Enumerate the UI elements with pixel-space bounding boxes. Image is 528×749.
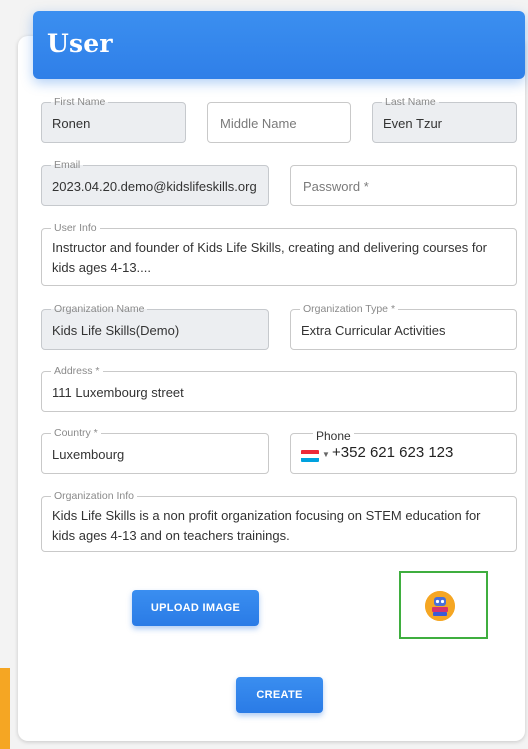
organization-info-field[interactable]: Organization Info Kids Life Skills is a …	[41, 490, 517, 552]
address-label: Address *	[51, 365, 103, 377]
email-label: Email	[51, 159, 84, 171]
organization-info-value: Kids Life Skills is a non profit organiz…	[52, 508, 481, 543]
country-field[interactable]: Country * Luxembourg	[41, 427, 269, 474]
page: User First Name Ronen Middle Name Last N…	[0, 0, 528, 749]
luxembourg-flag-icon[interactable]	[301, 450, 319, 462]
email-value: 2023.04.20.demo@kidslifeskills.org	[52, 179, 257, 194]
phone-field[interactable]: Phone ▼ +352 621 623 123	[290, 430, 517, 474]
last-name-field[interactable]: Last Name Even Tzur	[372, 96, 517, 143]
user-info-field[interactable]: User Info Instructor and founder of Kids…	[41, 222, 517, 286]
side-accent-strip	[0, 668, 10, 749]
last-name-value: Even Tzur	[383, 116, 443, 131]
organization-name-label: Organization Name	[51, 303, 148, 315]
upload-image-button[interactable]: UPLOAD IMAGE	[132, 590, 259, 626]
email-field[interactable]: Email 2023.04.20.demo@kidslifeskills.org	[41, 159, 269, 206]
user-info-label: User Info	[51, 222, 100, 234]
address-field[interactable]: Address * 111 Luxembourg street	[41, 365, 517, 412]
user-info-value: Instructor and founder of Kids Life Skil…	[52, 240, 488, 275]
country-dropdown-caret-icon[interactable]: ▼	[322, 450, 330, 459]
password-field[interactable]: Password *	[290, 165, 517, 206]
first-name-label: First Name	[51, 96, 109, 108]
last-name-label: Last Name	[382, 96, 439, 108]
create-button[interactable]: CREATE	[236, 677, 323, 713]
image-preview-frame[interactable]	[399, 571, 488, 639]
password-placeholder: Password *	[303, 179, 369, 194]
phone-value: +352 621 623 123	[332, 444, 454, 461]
first-name-field[interactable]: First Name Ronen	[41, 96, 186, 143]
first-name-value: Ronen	[52, 116, 91, 131]
organization-type-field[interactable]: Organization Type * Extra Curricular Act…	[290, 303, 517, 350]
page-title: User	[47, 29, 113, 58]
form-header: User	[33, 11, 525, 79]
country-value: Luxembourg	[52, 447, 125, 462]
organization-type-label: Organization Type *	[300, 303, 399, 315]
middle-name-placeholder: Middle Name	[220, 116, 297, 131]
kids-life-skills-logo-icon	[425, 591, 455, 621]
organization-name-value: Kids Life Skills(Demo)	[52, 323, 180, 338]
organization-info-label: Organization Info	[51, 490, 137, 502]
middle-name-field[interactable]: Middle Name	[207, 102, 351, 143]
phone-label: Phone	[313, 430, 354, 442]
address-value: 111 Luxembourg street	[52, 385, 184, 400]
country-label: Country *	[51, 427, 101, 439]
organization-type-value: Extra Curricular Activities	[301, 323, 446, 338]
organization-name-field[interactable]: Organization Name Kids Life Skills(Demo)	[41, 303, 269, 350]
